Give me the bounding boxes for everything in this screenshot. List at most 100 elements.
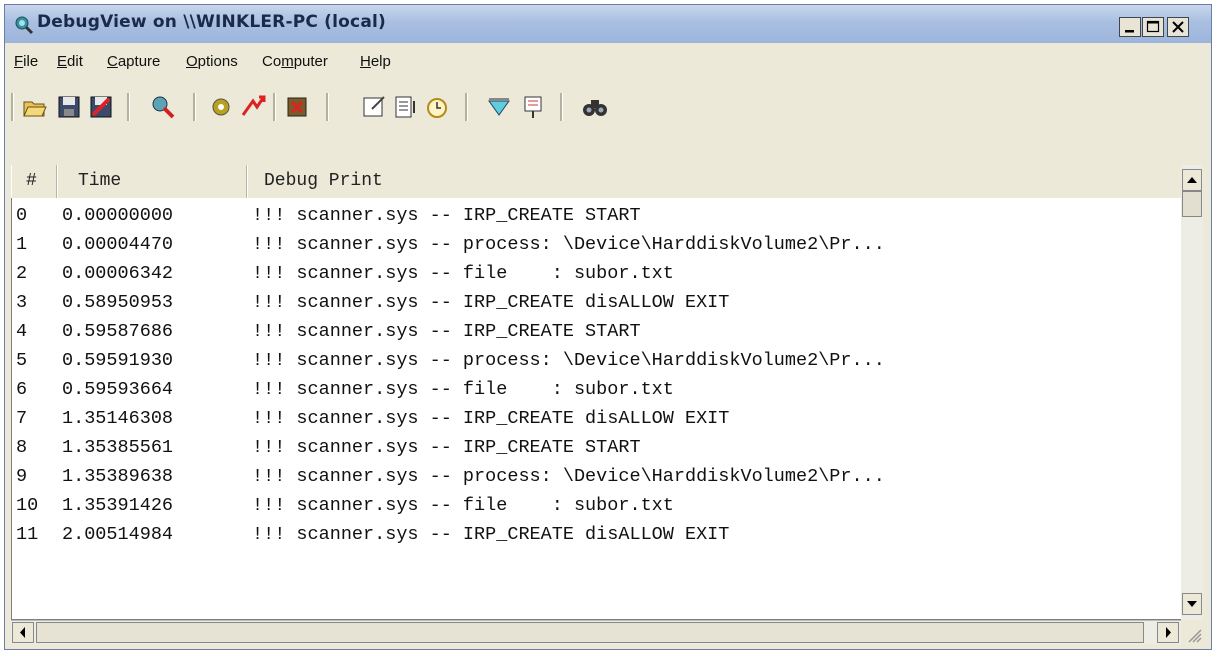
scroll-thumb[interactable] xyxy=(1182,191,1202,217)
capture-events-icon[interactable] xyxy=(239,93,267,121)
debugview-window: DebugView on \\WINKLER-PC (local) File E… xyxy=(4,4,1212,650)
minimize-icon xyxy=(1125,30,1134,33)
toolbar-separator xyxy=(560,93,563,121)
table-row[interactable]: 8 1.35385561 !!! scanner.sys -- IRP_CREATE… xyxy=(12,433,1182,462)
row-time: 2.00514984 xyxy=(62,524,174,545)
maximize-icon xyxy=(1146,20,1160,33)
hscroll-thumb[interactable] xyxy=(36,622,1144,643)
scroll-down-button[interactable] xyxy=(1182,593,1202,615)
filter-icon[interactable] xyxy=(485,93,513,121)
table-row[interactable]: 9 1.35389638 !!! scanner.sys -- process: \… xyxy=(12,462,1182,491)
debugview-app-icon xyxy=(15,16,34,35)
highlight-icon[interactable] xyxy=(519,93,547,121)
toolbar-separator xyxy=(127,93,130,121)
scroll-left-button[interactable] xyxy=(12,622,34,643)
table-row[interactable]: 10 1.35391426 !!! scanner.sys -- file : su… xyxy=(12,491,1182,520)
menu-edit[interactable]: Edit xyxy=(57,53,83,70)
window-title: DebugView on \\WINKLER-PC (local) xyxy=(37,12,386,32)
resize-grip[interactable] xyxy=(1181,620,1203,644)
capture-kernel-icon[interactable] xyxy=(149,93,177,121)
clear-display-icon[interactable] xyxy=(360,93,388,121)
row-number: 11 xyxy=(16,524,39,545)
log-list[interactable]: 0 0.00000000 !!! scanner.sys -- IRP_CREATE… xyxy=(11,165,1199,620)
row-debug-print: !!! scanner.sys -- IRP_CREATE disALLOW E… xyxy=(252,408,730,429)
close-icon xyxy=(1172,21,1184,33)
row-debug-print: !!! scanner.sys -- file : subor.txt xyxy=(252,495,674,516)
horizontal-scrollbar[interactable] xyxy=(11,620,1181,644)
menu-capture[interactable]: Capture xyxy=(107,53,160,70)
row-debug-print: !!! scanner.sys -- IRP_CREATE disALLOW E… xyxy=(252,524,730,545)
menu-options[interactable]: Options xyxy=(186,53,238,70)
column-header-number[interactable]: # xyxy=(11,165,57,198)
arrow-right-icon xyxy=(1166,627,1171,638)
close-button[interactable] xyxy=(1167,17,1189,37)
row-debug-print: !!! scanner.sys -- process: \Device\Hard… xyxy=(252,350,885,371)
row-debug-print: !!! scanner.sys -- file : subor.txt xyxy=(252,263,674,284)
row-number: 0 xyxy=(16,205,28,226)
row-number: 7 xyxy=(16,408,28,429)
menu-bar: File Edit Capture Options Computer Help xyxy=(5,43,1211,79)
row-time: 1.35391426 xyxy=(62,495,174,516)
row-number: 2 xyxy=(16,263,28,284)
row-number: 5 xyxy=(16,350,28,371)
table-row[interactable]: 11 2.00514984 !!! scanner.sys -- IRP_CREAT… xyxy=(12,520,1182,549)
row-time: 1.35146308 xyxy=(62,408,174,429)
table-row[interactable]: 7 1.35146308 !!! scanner.sys -- IRP_CREATE… xyxy=(12,404,1182,433)
row-number: 6 xyxy=(16,379,28,400)
capture-win32-icon[interactable] xyxy=(207,93,235,121)
table-row[interactable]: 0 0.00000000 !!! scanner.sys -- IRP_CREATE… xyxy=(12,201,1182,230)
row-time: 0.59591930 xyxy=(62,350,174,371)
toolbar xyxy=(5,81,1211,131)
row-debug-print: !!! scanner.sys -- IRP_CREATE START xyxy=(252,437,641,458)
table-row[interactable]: 3 0.58950953 !!! scanner.sys -- IRP_CREATE… xyxy=(12,288,1182,317)
scroll-up-button[interactable] xyxy=(1182,169,1202,191)
scroll-right-button[interactable] xyxy=(1157,622,1179,643)
row-number: 4 xyxy=(16,321,28,342)
row-debug-print: !!! scanner.sys -- IRP_CREATE START xyxy=(252,321,641,342)
size-grip-icon xyxy=(1188,629,1202,643)
toolbar-separator xyxy=(11,93,14,121)
row-debug-print: !!! scanner.sys -- IRP_CREATE disALLOW E… xyxy=(252,292,730,313)
column-header-debug-print[interactable]: Debug Print xyxy=(247,165,1181,198)
row-debug-print: !!! scanner.sys -- IRP_CREATE START xyxy=(252,205,641,226)
row-time: 0.59593664 xyxy=(62,379,174,400)
row-time: 0.00004470 xyxy=(62,234,174,255)
row-time: 0.00006342 xyxy=(62,263,174,284)
row-debug-print: !!! scanner.sys -- process: \Device\Hard… xyxy=(252,234,885,255)
title-bar[interactable]: DebugView on \\WINKLER-PC (local) xyxy=(5,5,1211,43)
maximize-button[interactable] xyxy=(1142,17,1164,37)
table-row[interactable]: 5 0.59591930 !!! scanner.sys -- process: \… xyxy=(12,346,1182,375)
clear-icon[interactable] xyxy=(87,93,115,121)
open-icon[interactable] xyxy=(21,93,49,121)
toolbar-separator xyxy=(273,93,276,121)
row-number: 1 xyxy=(16,234,28,255)
menu-file[interactable]: File xyxy=(14,53,38,70)
column-header-time[interactable]: Time xyxy=(57,165,247,198)
row-time: 1.35389638 xyxy=(62,466,174,487)
row-number: 8 xyxy=(16,437,28,458)
vertical-scrollbar[interactable] xyxy=(1181,165,1203,620)
find-icon[interactable] xyxy=(581,93,609,121)
row-debug-print: !!! scanner.sys -- file : subor.txt xyxy=(252,379,674,400)
row-number: 10 xyxy=(16,495,39,516)
row-time: 0.59587686 xyxy=(62,321,174,342)
table-row[interactable]: 2 0.00006342 !!! scanner.sys -- file : sub… xyxy=(12,259,1182,288)
time-icon[interactable] xyxy=(391,93,419,121)
row-time: 0.58950953 xyxy=(62,292,174,313)
toolbar-separator xyxy=(326,93,329,121)
row-time: 0.00000000 xyxy=(62,205,174,226)
autoscroll-icon[interactable] xyxy=(283,93,311,121)
minimize-button[interactable] xyxy=(1119,17,1141,37)
table-row[interactable]: 4 0.59587686 !!! scanner.sys -- IRP_CREATE… xyxy=(12,317,1182,346)
arrow-down-icon xyxy=(1187,601,1197,607)
clock-icon[interactable] xyxy=(423,93,451,121)
menu-help[interactable]: Help xyxy=(360,53,391,70)
save-icon[interactable] xyxy=(55,93,83,121)
toolbar-separator xyxy=(465,93,468,121)
arrow-left-icon xyxy=(20,627,25,638)
table-row[interactable]: 6 0.59593664 !!! scanner.sys -- file : sub… xyxy=(12,375,1182,404)
row-number: 9 xyxy=(16,466,28,487)
table-row[interactable]: 1 0.00004470 !!! scanner.sys -- process: \… xyxy=(12,230,1182,259)
menu-computer[interactable]: Computer xyxy=(262,53,328,70)
column-header-row: # Time Debug Print xyxy=(11,165,1181,198)
